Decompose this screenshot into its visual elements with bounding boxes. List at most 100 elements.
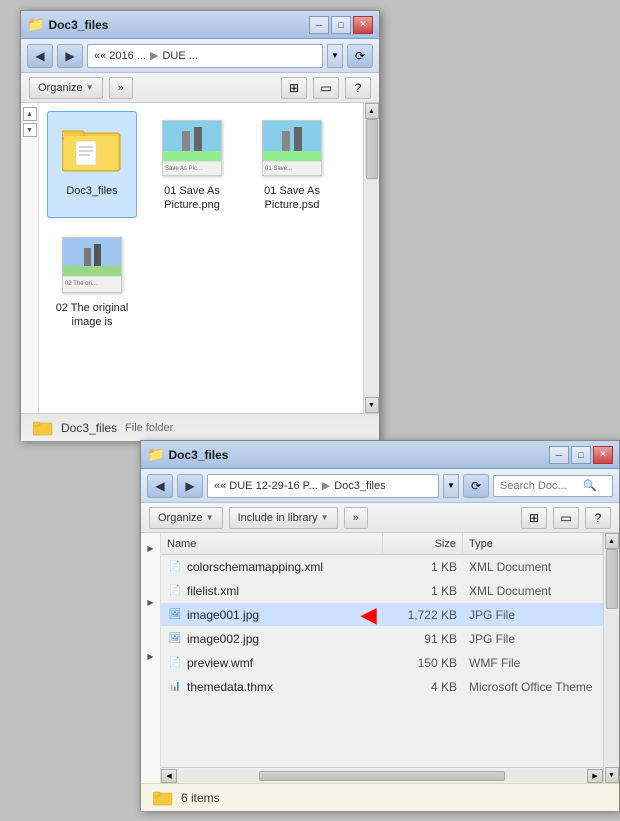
file-size-2: 1,722 KB bbox=[383, 603, 463, 626]
scroll-down-btn-2[interactable]: ▼ bbox=[605, 767, 619, 783]
sidebar-left-1: ▲ ▼ bbox=[21, 103, 39, 413]
icon-img-01psd: 01 Save... bbox=[260, 116, 324, 180]
status-bar-1: Doc3_files File folder bbox=[21, 413, 379, 441]
close-button-1[interactable]: ✕ bbox=[353, 16, 373, 34]
back-button-1[interactable]: ◀ bbox=[27, 44, 53, 68]
file-icon-xml-0: 📄 bbox=[167, 559, 183, 575]
expand-arrow-top[interactable]: ▶ bbox=[144, 541, 158, 555]
window-icon-1: 📁 bbox=[27, 16, 44, 33]
window-title-2: Doc3_files bbox=[168, 448, 549, 462]
icon-img-01png: Save As Pic... bbox=[160, 116, 224, 180]
sidebar-arrow-up-1[interactable]: ▲ bbox=[23, 107, 37, 121]
address-bar-1[interactable]: «« 2016 ... ▶ DUE ... bbox=[87, 44, 323, 68]
toolbar-2: Organize ▼ Include in library ▼ » ⊞ ▭ ? bbox=[141, 503, 619, 533]
file-size-1: 1 KB bbox=[383, 579, 463, 602]
scroll-down-btn-1[interactable]: ▼ bbox=[365, 397, 379, 413]
view-button-2[interactable]: ⊞ bbox=[521, 507, 547, 529]
file-row-3[interactable]: 🖼 image002.jpg 91 KB JPG File bbox=[161, 627, 603, 651]
file-name-0: 📄 colorschemamapping.xml bbox=[161, 555, 383, 578]
file-type-1: XML Document bbox=[463, 579, 603, 602]
expand-arrow-bot[interactable]: ▶ bbox=[144, 649, 158, 663]
include-dropdown-arrow-2: ▼ bbox=[321, 513, 329, 522]
forward-button-2[interactable]: ▶ bbox=[177, 474, 203, 498]
col-header-type[interactable]: Type bbox=[463, 533, 603, 554]
thumb-01psd: 01 Save... bbox=[262, 120, 322, 176]
forward-button-1[interactable]: ▶ bbox=[57, 44, 83, 68]
file-label-01psd: 01 Save As Picture.psd bbox=[252, 184, 332, 213]
status-type-1: File folder bbox=[125, 422, 173, 434]
path-part-w2-1: «« DUE 12-29-16 P... bbox=[214, 480, 318, 492]
scroll-track-h-2[interactable] bbox=[177, 770, 587, 782]
organize-button-2[interactable]: Organize ▼ bbox=[149, 507, 223, 529]
file-size-0: 1 KB bbox=[383, 555, 463, 578]
search-input-2[interactable] bbox=[500, 480, 580, 492]
minimize-button-2[interactable]: ─ bbox=[549, 446, 569, 464]
file-row-2[interactable]: 🖼 image001.jpg 1,722 KB JPG File ◀ bbox=[161, 603, 603, 627]
expand-arrow-mid[interactable]: ▶ bbox=[144, 595, 158, 609]
address-dropdown-2[interactable]: ▼ bbox=[443, 474, 459, 498]
more-button-1[interactable]: » bbox=[109, 77, 133, 99]
sidebar-arrow-down-1[interactable]: ▼ bbox=[23, 123, 37, 137]
help-button-1[interactable]: ? bbox=[345, 77, 371, 99]
file-icon-01psd[interactable]: 01 Save... 01 Save As Picture.psd bbox=[247, 111, 337, 218]
scroll-track-2[interactable] bbox=[605, 549, 619, 767]
scroll-thumb-2[interactable] bbox=[606, 549, 618, 609]
file-type-0: XML Document bbox=[463, 555, 603, 578]
icon-img-02original: 02 The ori... bbox=[60, 233, 124, 297]
status-count-2: 6 items bbox=[181, 791, 220, 805]
window-controls-2: ─ □ ✕ bbox=[549, 446, 613, 464]
more-button-2[interactable]: » bbox=[344, 507, 368, 529]
scroll-up-btn-2[interactable]: ▲ bbox=[605, 533, 619, 549]
file-row-0[interactable]: 📄 colorschemamapping.xml 1 KB XML Docume… bbox=[161, 555, 603, 579]
refresh-button-1[interactable]: ⟳ bbox=[347, 44, 373, 68]
file-name-2: 🖼 image001.jpg bbox=[161, 603, 383, 626]
icon-grid-1: Doc3_files Save As Pic... bbox=[39, 103, 363, 342]
scrollbar-h-2: ◀ ▶ bbox=[161, 767, 603, 783]
folder-icon-img bbox=[60, 116, 124, 180]
file-size-5: 4 KB bbox=[383, 675, 463, 698]
organize-button-1[interactable]: Organize ▼ bbox=[29, 77, 103, 99]
minimize-button-1[interactable]: ─ bbox=[309, 16, 329, 34]
path-part-w2-2: Doc3_files bbox=[334, 480, 385, 492]
scroll-right-btn-2[interactable]: ▶ bbox=[587, 769, 603, 783]
scroll-track-1[interactable] bbox=[365, 119, 379, 397]
refresh-button-2[interactable]: ⟳ bbox=[463, 474, 489, 498]
scroll-thumb-1[interactable] bbox=[366, 119, 378, 179]
thumb-01png: Save As Pic... bbox=[162, 120, 222, 176]
scroll-left-btn-2[interactable]: ◀ bbox=[161, 769, 177, 783]
col-header-name[interactable]: Name bbox=[161, 533, 383, 554]
help-button-2[interactable]: ? bbox=[585, 507, 611, 529]
scrollbar-v-2: ▲ ▼ bbox=[603, 533, 619, 783]
file-row-4[interactable]: 📄 preview.wmf 150 KB WMF File bbox=[161, 651, 603, 675]
scroll-up-btn-1[interactable]: ▲ bbox=[365, 103, 379, 119]
organize-dropdown-arrow-1: ▼ bbox=[86, 83, 94, 92]
include-library-button-2[interactable]: Include in library ▼ bbox=[229, 507, 338, 529]
window-title-1: Doc3_files bbox=[48, 18, 309, 32]
scroll-thumb-h-2[interactable] bbox=[259, 771, 505, 781]
col-header-size[interactable]: Size bbox=[383, 533, 463, 554]
pane-button-2[interactable]: ▭ bbox=[553, 507, 579, 529]
address-bar-2[interactable]: «« DUE 12-29-16 P... ▶ Doc3_files bbox=[207, 474, 439, 498]
file-row-5[interactable]: 📊 themedata.thmx 4 KB Microsoft Office T… bbox=[161, 675, 603, 699]
back-button-2[interactable]: ◀ bbox=[147, 474, 173, 498]
titlebar-2: 📁 Doc3_files ─ □ ✕ bbox=[141, 441, 619, 469]
file-type-2: JPG File bbox=[463, 603, 603, 626]
view-button-1[interactable]: ⊞ bbox=[281, 77, 307, 99]
address-dropdown-1[interactable]: ▼ bbox=[327, 44, 343, 68]
pane-button-1[interactable]: ▭ bbox=[313, 77, 339, 99]
maximize-button-1[interactable]: □ bbox=[331, 16, 351, 34]
close-button-2[interactable]: ✕ bbox=[593, 446, 613, 464]
file-icon-xml-1: 📄 bbox=[167, 583, 183, 599]
search-box-2[interactable]: 🔍 bbox=[493, 475, 613, 497]
file-row-1[interactable]: 📄 filelist.xml 1 KB XML Document bbox=[161, 579, 603, 603]
file-type-5: Microsoft Office Theme bbox=[463, 675, 603, 698]
titlebar-1: 📁 Doc3_files ─ □ ✕ bbox=[21, 11, 379, 39]
file-icon-02original[interactable]: 02 The ori... 02 The original image is bbox=[47, 228, 137, 335]
scrollbar-v-1: ▲ ▼ bbox=[363, 103, 379, 413]
thumb-02original: 02 The ori... bbox=[62, 237, 122, 293]
toolbar-1: Organize ▼ » ⊞ ▭ ? bbox=[21, 73, 379, 103]
path-part-2: DUE ... bbox=[162, 50, 197, 62]
maximize-button-2[interactable]: □ bbox=[571, 446, 591, 464]
file-icon-01png[interactable]: Save As Pic... 01 Save As Picture.png bbox=[147, 111, 237, 218]
file-icon-doc3files[interactable]: Doc3_files bbox=[47, 111, 137, 218]
